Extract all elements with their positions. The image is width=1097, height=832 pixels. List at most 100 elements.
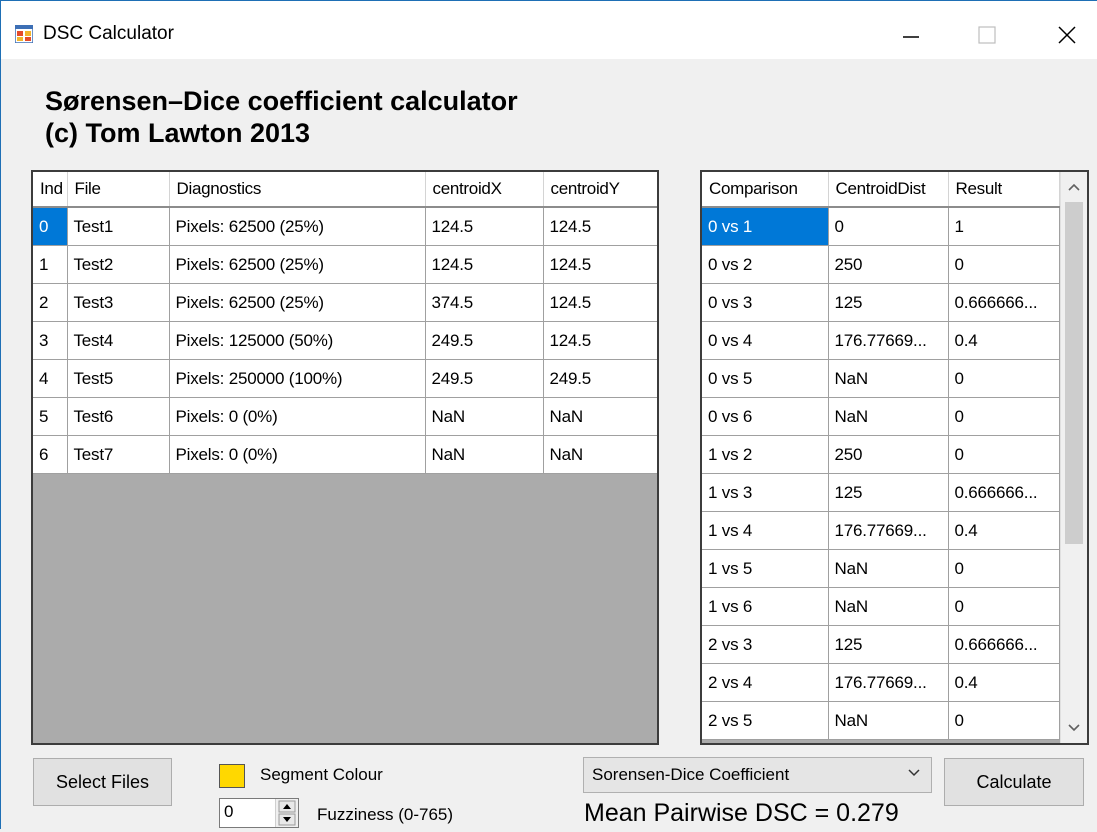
files_grid-header-cell[interactable]: Ind [33, 172, 68, 208]
results_grid-header-cell[interactable]: Comparison [702, 172, 829, 208]
files_grid-cell[interactable]: 124.5 [425, 245, 544, 284]
files_grid-cell[interactable]: Pixels: 0 (0%) [169, 397, 426, 436]
segment-colour-swatch[interactable] [219, 764, 245, 788]
files_grid-header-cell[interactable]: Diagnostics [169, 172, 426, 208]
results_grid-cell[interactable]: 1 vs 2 [702, 435, 829, 474]
results_grid-cell[interactable]: 1 [948, 207, 1060, 246]
table-row[interactable]: 3 Test4 Pixels: 125000 (50%) 249.5 124.5 [33, 321, 657, 360]
results_grid-cell[interactable]: 0 [948, 701, 1060, 740]
results_grid-cell[interactable]: 2 vs 5 [702, 701, 829, 740]
files_grid-cell[interactable]: NaN [543, 435, 657, 474]
files_grid-cell[interactable]: NaN [425, 397, 544, 436]
files_grid-cell[interactable]: 124.5 [425, 207, 544, 246]
results-grid[interactable]: Comparison CentroidDist Result 0 vs 1010 v… [700, 170, 1089, 745]
table-row[interactable]: 0 vs 101 [702, 207, 1060, 246]
results_grid-cell[interactable]: 0.4 [948, 321, 1060, 360]
results-scrollbar[interactable] [1060, 172, 1087, 743]
files_grid-cell[interactable]: 4 [33, 359, 68, 398]
results_grid-cell[interactable]: 0 [948, 397, 1060, 436]
results_grid-cell[interactable]: 1 vs 4 [702, 511, 829, 550]
table-row[interactable]: 4 Test5 Pixels: 250000 (100%) 249.5 249.5 [33, 359, 657, 398]
results_grid-cell[interactable]: 0.4 [948, 663, 1060, 702]
results_grid-cell[interactable]: 2 vs 4 [702, 663, 829, 702]
files_grid-cell[interactable]: Test4 [67, 321, 170, 360]
files_grid-cell[interactable]: 249.5 [425, 321, 544, 360]
files_grid-cell[interactable]: 124.5 [543, 245, 657, 284]
files_grid-cell[interactable]: Pixels: 62500 (25%) [169, 245, 426, 284]
table-row[interactable]: 0 vs 6 NaN 0 [702, 397, 1060, 436]
files-grid[interactable]: Ind File Diagnostics centroidX centroidY 0 Te… [31, 170, 659, 745]
results_grid-cell[interactable]: NaN [828, 587, 949, 626]
maximize-button[interactable] [957, 15, 1017, 55]
table-row[interactable]: 2 vs 4 176.77669... 0.4 [702, 663, 1060, 702]
scroll-down-button[interactable] [1061, 713, 1087, 743]
method-select[interactable]: Sorensen-Dice Coefficient [583, 757, 932, 793]
files_grid-cell[interactable]: Pixels: 250000 (100%) [169, 359, 426, 398]
results_grid-header-cell[interactable]: Result [948, 172, 1060, 208]
results_grid-cell[interactable]: 250 [828, 435, 949, 474]
files_grid-cell[interactable]: 1 [33, 245, 68, 284]
results_grid-cell[interactable]: 176.77669... [828, 663, 949, 702]
results_grid-cell[interactable]: 0.4 [948, 511, 1060, 550]
files_grid-header-cell[interactable]: centroidX [425, 172, 544, 208]
results_grid-cell[interactable]: 2 vs 3 [702, 625, 829, 664]
fuzziness-spin-buttons[interactable] [275, 799, 298, 827]
table-row[interactable]: 2 vs 5 NaN 0 [702, 701, 1060, 740]
results_grid-cell[interactable]: 0 vs 6 [702, 397, 829, 436]
results_grid-cell[interactable]: NaN [828, 549, 949, 588]
results_grid-cell[interactable]: 0 [948, 245, 1060, 284]
files_grid-cell[interactable]: 3 [33, 321, 68, 360]
files_grid-cell[interactable]: 2 [33, 283, 68, 322]
results_grid-cell[interactable]: 0 [948, 587, 1060, 626]
table-row[interactable]: 0 vs 3 125 0.666666... [702, 283, 1060, 322]
table-row[interactable]: 2 Test3 Pixels: 62500 (25%) 374.5 124.5 [33, 283, 657, 322]
results_grid-cell[interactable]: 0 [948, 435, 1060, 474]
files_grid-cell[interactable]: 374.5 [425, 283, 544, 322]
table-row[interactable]: 5 Test6 Pixels: 0 (0%) NaN NaN [33, 397, 657, 436]
fuzziness-stepper[interactable]: 0 [219, 798, 299, 828]
results_grid-cell[interactable]: 125 [828, 283, 949, 322]
results_grid-cell[interactable]: 0 vs 2 [702, 245, 829, 284]
files_grid-cell[interactable]: Pixels: 62500 (25%) [169, 207, 426, 246]
close-button[interactable] [1037, 15, 1097, 55]
files_grid-cell[interactable]: Test2 [67, 245, 170, 284]
files_grid-cell[interactable]: Pixels: 125000 (50%) [169, 321, 426, 360]
files_grid-cell[interactable]: 249.5 [543, 359, 657, 398]
results_grid-cell[interactable]: 1 vs 6 [702, 587, 829, 626]
results_grid-cell[interactable]: 0 vs 5 [702, 359, 829, 398]
calculate-button[interactable]: Calculate [944, 758, 1084, 806]
files_grid-cell[interactable]: Test6 [67, 397, 170, 436]
results_grid-cell[interactable]: 0 [948, 549, 1060, 588]
files_grid-cell[interactable]: NaN [425, 435, 544, 474]
results_grid-header-cell[interactable]: CentroidDist [828, 172, 949, 208]
select-files-button[interactable]: Select Files [33, 758, 172, 806]
scroll-up-button[interactable] [1061, 172, 1087, 202]
files_grid-cell[interactable]: 124.5 [543, 321, 657, 360]
results_grid-cell[interactable]: 0.666666... [948, 625, 1060, 664]
results_grid-cell[interactable]: 0 [828, 207, 949, 246]
files_grid-cell[interactable]: Test3 [67, 283, 170, 322]
table-row[interactable]: 1 Test2 Pixels: 62500 (25%) 124.5 124.5 [33, 245, 657, 284]
results_grid-cell[interactable]: 0 vs 1 [702, 207, 829, 246]
files_grid-header-cell[interactable]: centroidY [543, 172, 657, 208]
table-row[interactable]: 0 vs 4 176.77669... 0.4 [702, 321, 1060, 360]
results_grid-cell[interactable]: 0 vs 3 [702, 283, 829, 322]
files_grid-cell[interactable]: NaN [543, 397, 657, 436]
results_grid-cell[interactable]: 176.77669... [828, 321, 949, 360]
files_grid-cell[interactable]: 6 [33, 435, 68, 474]
table-row[interactable]: 1 vs 6 NaN 0 [702, 587, 1060, 626]
results_grid-cell[interactable]: NaN [828, 397, 949, 436]
files_grid-cell[interactable]: 5 [33, 397, 68, 436]
table-row[interactable]: 0 Test1 Pixels: 62500 (25%) 124.5 124.5 [33, 207, 657, 246]
results_grid-cell[interactable]: 0.666666... [948, 473, 1060, 512]
files_grid-header-cell[interactable]: File [67, 172, 170, 208]
results_grid-cell[interactable]: 0 vs 4 [702, 321, 829, 360]
table-row[interactable]: 0 vs 2 250 0 [702, 245, 1060, 284]
files_grid-cell[interactable]: Test1 [67, 207, 170, 246]
fuzziness-value[interactable]: 0 [224, 802, 233, 822]
table-row[interactable]: 1 vs 3 125 0.666666... [702, 473, 1060, 512]
table-row[interactable]: 0 vs 5 NaN 0 [702, 359, 1060, 398]
files_grid-cell[interactable]: 124.5 [543, 207, 657, 246]
results_grid-cell[interactable]: 0 [948, 359, 1060, 398]
table-row[interactable]: 2 vs 3 125 0.666666... [702, 625, 1060, 664]
